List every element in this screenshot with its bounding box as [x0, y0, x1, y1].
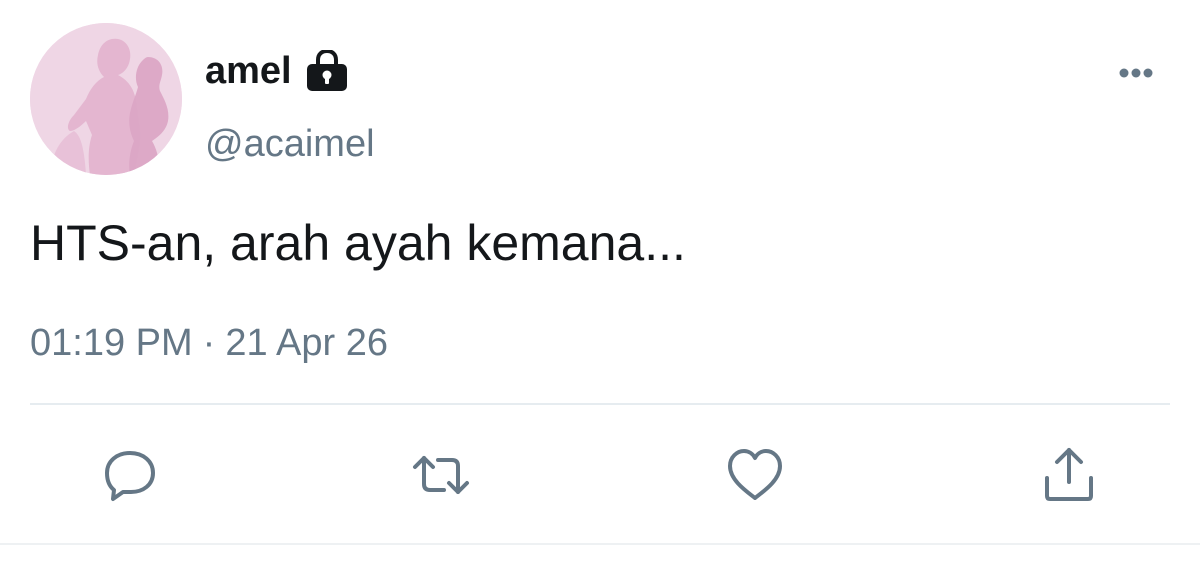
user-handle[interactable]: @acaimel — [205, 118, 375, 170]
tweet-date: 21 Apr 26 — [225, 322, 388, 364]
reply-icon — [105, 451, 155, 501]
reply-button[interactable] — [99, 444, 161, 506]
tweet-text: HTS-an, arah ayah kemana... — [30, 215, 686, 271]
share-button[interactable] — [1038, 444, 1100, 506]
bottom-divider — [0, 543, 1200, 545]
meta-separator: · — [202, 322, 216, 364]
divider — [30, 403, 1170, 405]
action-bar — [0, 444, 1200, 506]
like-button[interactable] — [724, 444, 786, 506]
avatar[interactable] — [30, 23, 182, 175]
tweet-time: 01:19 PM — [30, 322, 193, 364]
share-icon — [1045, 448, 1093, 501]
retweet-button[interactable] — [410, 444, 472, 506]
display-name-row: amel — [205, 46, 350, 96]
avatar-silhouette — [30, 23, 182, 175]
tweet-timestamp[interactable]: 01:19 PM · 21 Apr 26 — [30, 317, 388, 369]
display-name[interactable]: amel — [205, 46, 292, 96]
more-horizontal-icon[interactable] — [1112, 56, 1160, 90]
lock-icon — [304, 48, 350, 92]
tweet-card: amel @acaimel HTS-an, arah ayah kemana..… — [0, 0, 1200, 563]
retweet-icon — [413, 456, 469, 494]
heart-icon — [728, 449, 782, 500]
